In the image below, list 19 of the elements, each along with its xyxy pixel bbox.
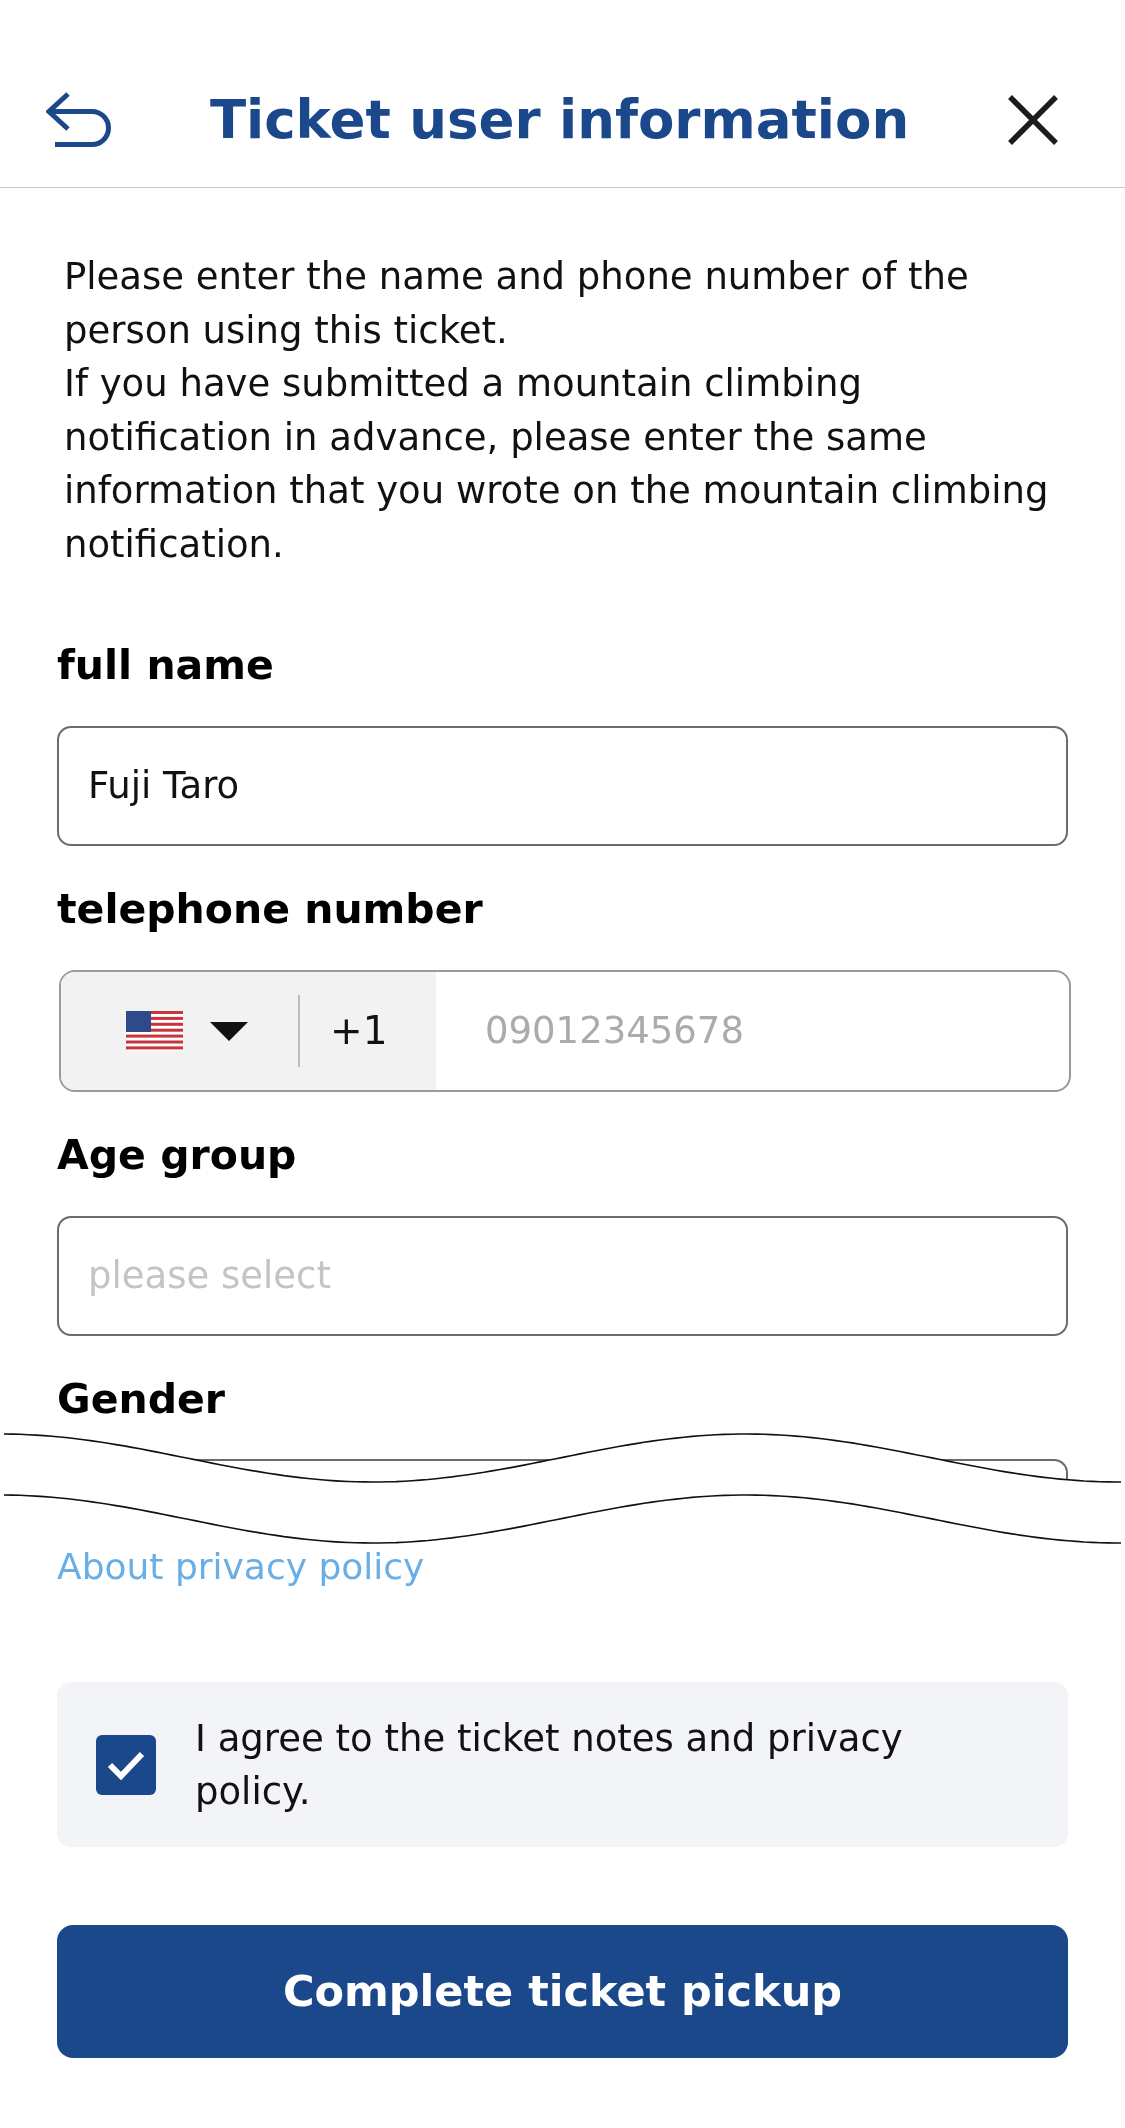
agree-checkbox[interactable]	[96, 1734, 156, 1795]
intro-paragraph: Please enter the name and phone number of the person using this ticket.	[64, 254, 970, 354]
u-turn-arrow-icon	[46, 91, 112, 148]
flag-icon	[126, 1011, 183, 1051]
country-code-selector[interactable]: +1	[61, 972, 436, 1090]
close-button[interactable]	[1007, 93, 1059, 146]
intro-paragraph: If you have submitted a mountain climbing notification in advance, please enter the same information that you wrote on the mountain climbing notification.	[64, 361, 1050, 568]
field-label: Gender	[57, 1374, 226, 1425]
caret-down-icon	[210, 1021, 248, 1041]
field-label: Age group	[57, 1130, 297, 1181]
name-input[interactable]: Fuji Taro	[57, 726, 1068, 846]
checkmark-icon	[107, 1749, 145, 1780]
field-label: telephone number	[57, 884, 483, 935]
field-label: full name	[57, 640, 274, 691]
page-title: Ticket user information	[209, 87, 910, 152]
back-button[interactable]	[46, 91, 112, 148]
close-icon	[1007, 93, 1059, 146]
complete-pickup-button[interactable]: Complete ticket pickup	[57, 1925, 1068, 2058]
agreement-text: I agree to the ticket notes and privacy policy.	[195, 1715, 904, 1815]
